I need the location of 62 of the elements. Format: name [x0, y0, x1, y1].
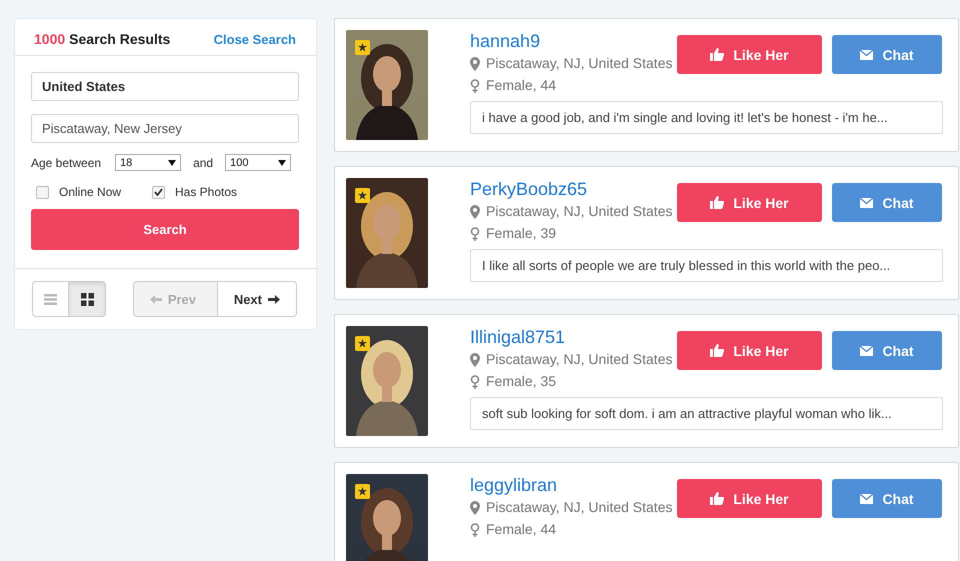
chat-button[interactable]: Chat — [832, 479, 942, 518]
and-label: and — [193, 156, 214, 170]
right-arrow-icon — [268, 294, 280, 304]
like-button[interactable]: Like Her — [677, 479, 822, 518]
gender-age-text: Female, 35 — [486, 372, 556, 391]
like-button[interactable]: Like Her — [677, 331, 822, 370]
list-icon — [44, 294, 57, 304]
age-select[interactable]: 100 — [225, 154, 292, 171]
view-toggle[interactable] — [69, 281, 106, 317]
left-arrow-icon — [150, 294, 162, 304]
map-pin-icon — [470, 500, 480, 514]
female-symbol-icon — [470, 374, 480, 388]
result-count: 1000 — [34, 31, 66, 47]
location-text: Piscataway, NJ, United States — [486, 350, 672, 369]
bio-text: i have a good job, and i'm single and loving it! let's be honest - i'm he... — [470, 101, 943, 134]
age-label: Age between — [31, 156, 102, 170]
caret-down-icon — [278, 160, 286, 166]
female-symbol-icon — [470, 78, 480, 92]
location-text: Piscataway, NJ, United States — [486, 54, 672, 73]
username-link[interactable]: hannah9 — [470, 31, 676, 51]
gender-age-text: Female, 44 — [486, 76, 556, 95]
next-button[interactable]: Next — [218, 281, 297, 317]
checkbox[interactable] — [152, 186, 165, 198]
location-text: Piscataway, NJ, United States — [486, 202, 672, 221]
username-link[interactable]: Illinigal8751 — [470, 327, 676, 347]
chat-button[interactable]: Chat — [832, 183, 942, 222]
envelope-icon — [860, 346, 874, 356]
search-button[interactable]: Search — [31, 209, 299, 250]
envelope-icon — [860, 198, 874, 208]
close-search-link[interactable]: Close Search — [214, 32, 296, 47]
username-link[interactable]: PerkyBoobz65 — [470, 179, 676, 199]
location-field[interactable]: Piscataway, New Jersey — [31, 114, 299, 143]
checkbox-label: Online Now — [59, 185, 122, 199]
like-button[interactable]: Like Her — [677, 35, 822, 74]
envelope-icon — [860, 494, 874, 504]
bio-text: I like all sorts of people we are truly blessed in this world with the peo... — [470, 249, 943, 282]
result-label: Search Results — [69, 31, 170, 47]
female-symbol-icon — [470, 226, 480, 240]
like-button[interactable]: Like Her — [677, 183, 822, 222]
thumbs-up-icon — [710, 196, 724, 209]
country-field[interactable]: United States — [31, 72, 299, 101]
thumbs-up-icon — [710, 48, 724, 61]
username-link[interactable]: leggylibran — [470, 475, 676, 495]
bio-text: soft sub looking for soft dom. i am an attractive playful woman who lik... — [470, 397, 943, 430]
map-pin-icon — [470, 56, 480, 70]
chat-button[interactable]: Chat — [832, 331, 942, 370]
envelope-icon — [860, 50, 874, 60]
female-symbol-icon — [470, 522, 480, 536]
caret-down-icon — [168, 160, 176, 166]
thumbs-up-icon — [710, 344, 724, 357]
age-select[interactable]: 18 — [115, 154, 182, 171]
grid-icon — [80, 292, 94, 306]
location-text: Piscataway, NJ, United States — [486, 498, 672, 517]
checkbox[interactable] — [36, 186, 49, 198]
gender-age-text: Female, 44 — [486, 520, 556, 539]
chat-button[interactable]: Chat — [832, 35, 942, 74]
thumbs-up-icon — [710, 492, 724, 505]
gender-age-text: Female, 39 — [486, 224, 556, 243]
map-pin-icon — [470, 204, 480, 218]
checkbox-label: Has Photos — [175, 185, 238, 199]
map-pin-icon — [470, 352, 480, 366]
view-toggle[interactable] — [32, 281, 69, 317]
